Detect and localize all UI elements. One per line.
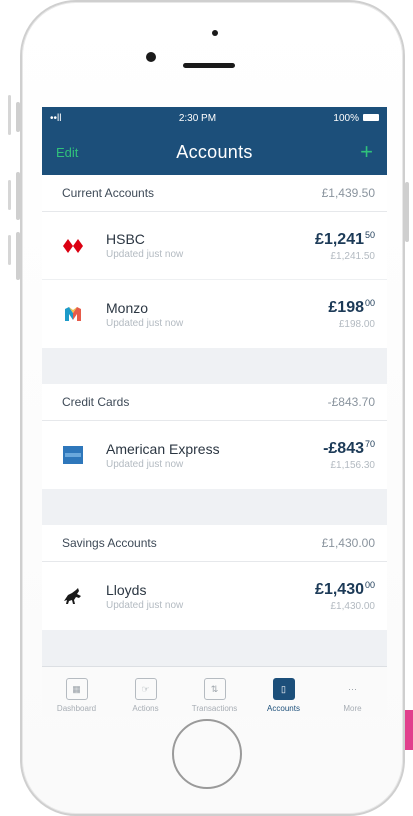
account-row-american-express[interactable]: American Express Updated just now -£8437… xyxy=(42,421,387,489)
battery-indicator: 100% xyxy=(333,113,379,124)
monzo-icon xyxy=(62,303,84,325)
tab-bar: ▦ Dashboard ☞ Actions ⇅ Transactions ▯ A… xyxy=(42,666,387,717)
section-title: Credit Cards xyxy=(62,395,130,409)
pink-edge-mark xyxy=(405,710,413,750)
earpiece-speaker xyxy=(183,63,235,68)
section-total: £1,430.00 xyxy=(321,536,375,550)
account-updated: Updated just now xyxy=(106,599,184,611)
app-screen: ••ll 2:30 PM 100% Edit Accounts + Curren… xyxy=(42,107,387,717)
tab-dashboard[interactable]: ▦ Dashboard xyxy=(42,667,111,717)
signal-indicator: ••ll xyxy=(50,112,62,124)
actions-icon: ☞ xyxy=(134,678,157,700)
lloyds-icon xyxy=(62,585,84,607)
accounts-icon: ▯ xyxy=(272,678,295,700)
account-name: Lloyds xyxy=(106,581,147,598)
navigation-bar: Edit Accounts + xyxy=(42,129,387,175)
section-header: Credit Cards -£843.70 xyxy=(42,384,387,421)
tab-label: More xyxy=(343,704,362,713)
section-current-accounts: Current Accounts £1,439.50 HSBC Updated … xyxy=(42,175,387,348)
amex-icon xyxy=(62,444,84,466)
power-button xyxy=(405,182,409,242)
status-time: 2:30 PM xyxy=(178,112,217,124)
hsbc-icon xyxy=(62,235,84,257)
front-camera xyxy=(146,52,156,62)
edit-button[interactable]: Edit xyxy=(56,145,96,160)
tab-accounts[interactable]: ▯ Accounts xyxy=(249,667,318,717)
account-row-monzo[interactable]: Monzo Updated just now £19800 £198.00 xyxy=(42,280,387,348)
tab-actions[interactable]: ☞ Actions xyxy=(111,667,180,717)
section-credit-cards: Credit Cards -£843.70 American Express U… xyxy=(42,384,387,489)
account-name: Monzo xyxy=(106,299,149,316)
section-title: Savings Accounts xyxy=(62,536,157,550)
account-updated: Updated just now xyxy=(106,458,184,470)
account-balance: £1,24150 xyxy=(315,229,375,248)
account-balance: £1,43000 xyxy=(315,580,375,598)
account-available: £198.00 xyxy=(338,319,375,330)
section-spacer xyxy=(42,348,387,384)
section-savings-accounts: Savings Accounts £1,430.00 Lloyds Update… xyxy=(42,525,387,630)
account-name: American Express xyxy=(106,440,220,457)
status-bar: ••ll 2:30 PM 100% xyxy=(42,107,387,129)
tab-label: Actions xyxy=(132,704,159,713)
account-updated: Updated just now xyxy=(106,249,184,260)
volume-up-button xyxy=(16,172,20,220)
account-available: £1,430.00 xyxy=(330,601,376,612)
account-available: £1,241.50 xyxy=(330,250,376,262)
section-spacer xyxy=(42,489,387,525)
proximity-sensor xyxy=(212,30,218,36)
page-title: Accounts xyxy=(176,141,253,162)
home-button[interactable] xyxy=(172,719,242,789)
account-balance: £19800 xyxy=(328,298,375,316)
account-row-hsbc[interactable]: HSBC Updated just now £1,24150 £1,241.50 xyxy=(42,212,387,280)
section-header: Current Accounts £1,439.50 xyxy=(42,175,387,212)
account-updated: Updated just now xyxy=(106,317,184,329)
tab-label: Transactions xyxy=(191,704,238,713)
account-row-lloyds[interactable]: Lloyds Updated just now £1,43000 £1,430.… xyxy=(42,562,387,630)
account-name: HSBC xyxy=(106,231,145,247)
transactions-icon: ⇅ xyxy=(203,678,226,700)
tab-label: Dashboard xyxy=(56,704,97,713)
section-header: Savings Accounts £1,430.00 xyxy=(42,525,387,562)
more-icon: ⋯ xyxy=(348,683,357,694)
tab-more[interactable]: ⋯ More xyxy=(318,667,387,717)
section-total: -£843.70 xyxy=(327,395,375,409)
tab-transactions[interactable]: ⇅ Transactions xyxy=(180,667,249,717)
mute-switch xyxy=(16,102,20,132)
add-account-button[interactable]: + xyxy=(333,141,373,163)
volume-down-button xyxy=(16,232,20,280)
battery-icon xyxy=(363,114,379,122)
account-balance: -£84370 xyxy=(323,439,375,457)
dashboard-icon: ▦ xyxy=(65,678,88,700)
section-total: £1,439.50 xyxy=(321,186,375,200)
section-title: Current Accounts xyxy=(62,186,155,200)
tab-label: Accounts xyxy=(267,704,300,713)
account-available: £1,156.30 xyxy=(330,460,376,471)
